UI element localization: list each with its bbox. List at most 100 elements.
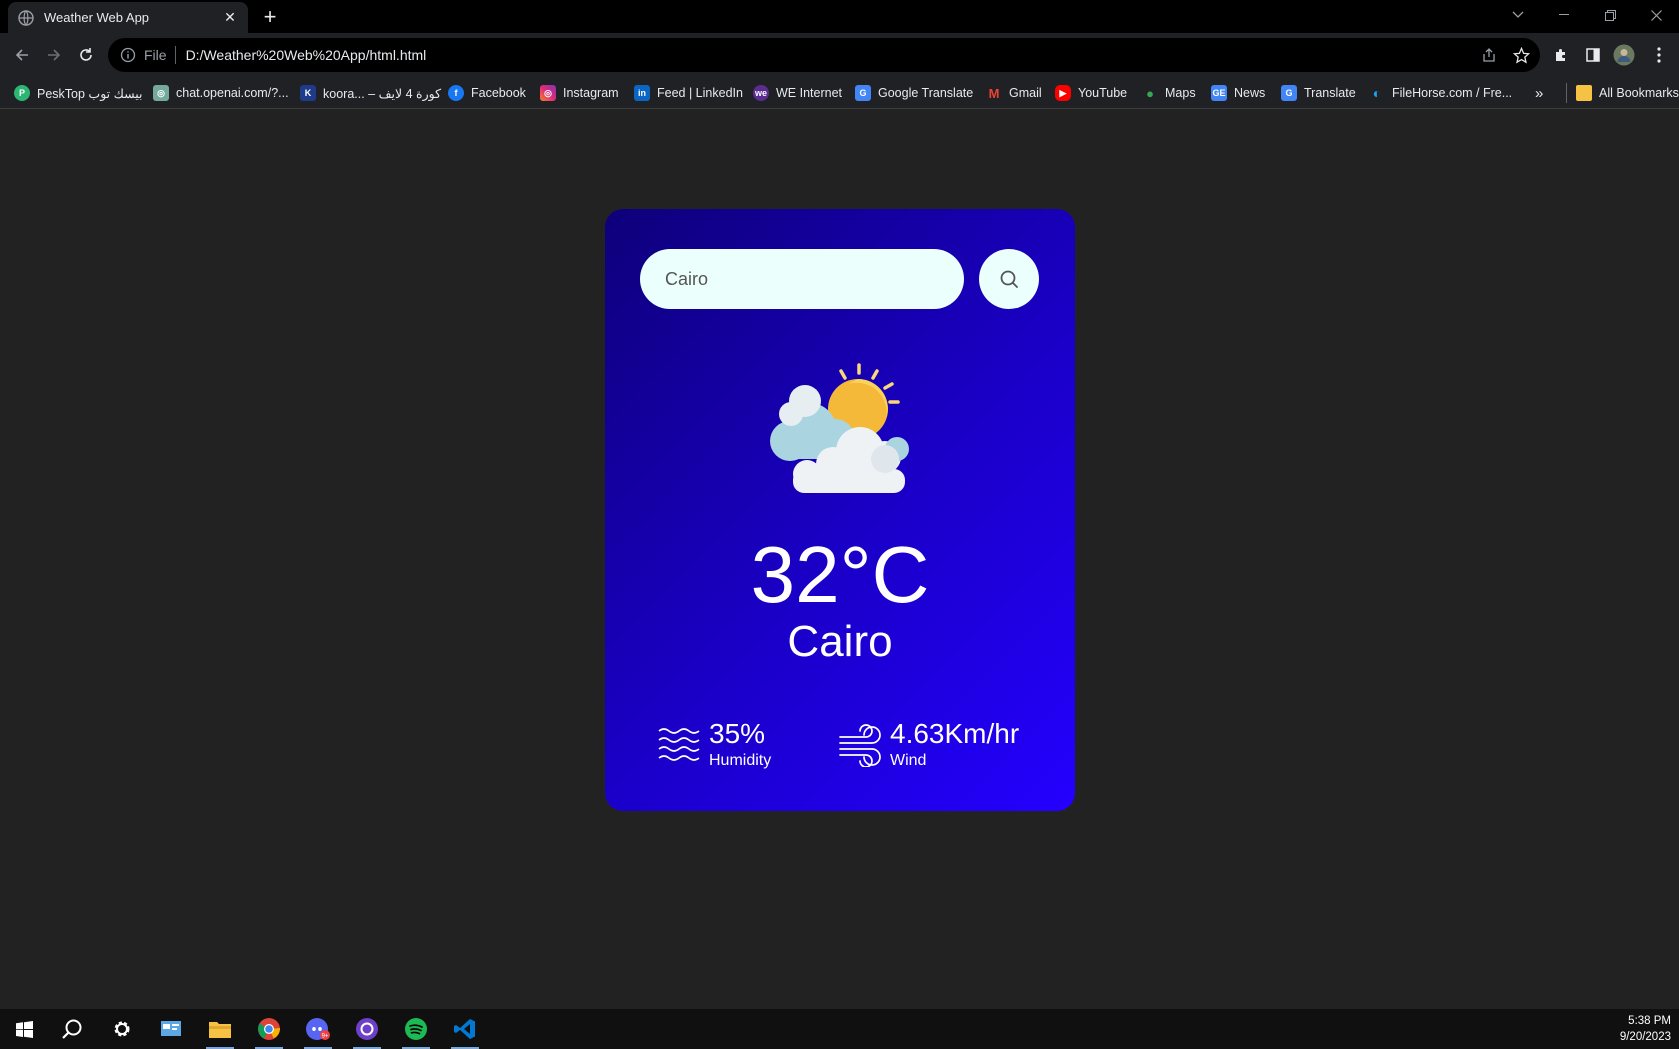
instagram-icon: ◎ bbox=[540, 85, 556, 101]
windows-taskbar: 9+ 5:38 PM 9/20/2023 bbox=[0, 1009, 1679, 1049]
url-text[interactable]: D:/Weather%20Web%20App/html.html bbox=[186, 47, 427, 63]
humidity-label: Humidity bbox=[709, 752, 772, 769]
bookmark-facebook[interactable]: f Facebook bbox=[448, 83, 526, 103]
browser-titlebar: Weather Web App ✕ + bbox=[0, 0, 1679, 33]
extensions-icon[interactable] bbox=[1550, 44, 1572, 66]
linkedin-icon: in bbox=[634, 85, 650, 101]
wind-detail: 4.63Km/hr Wind bbox=[838, 717, 1019, 771]
taskbar-control-panel[interactable] bbox=[155, 1014, 187, 1044]
chrome-icon bbox=[258, 1018, 281, 1040]
folder-icon bbox=[1576, 85, 1592, 101]
tab-close-icon[interactable]: ✕ bbox=[222, 9, 238, 26]
folder-icon bbox=[209, 1022, 231, 1038]
windows-start-button[interactable] bbox=[8, 1014, 40, 1044]
minimize-button[interactable] bbox=[1541, 0, 1587, 30]
forward-button[interactable] bbox=[40, 41, 68, 69]
tab-search-icon[interactable] bbox=[1495, 0, 1541, 30]
partly-cloudy-sun-icon bbox=[770, 363, 909, 493]
bookmark-instagram[interactable]: ◎ Instagram bbox=[540, 83, 619, 103]
url-scheme-label: File bbox=[144, 47, 167, 63]
more-bookmarks-button[interactable]: » bbox=[1535, 83, 1543, 103]
side-panel-icon[interactable] bbox=[1582, 44, 1604, 66]
search-icon bbox=[1000, 270, 1018, 288]
spotify-icon bbox=[405, 1018, 427, 1040]
browser-toolbar: File D:/Weather%20Web%20App/html.html bbox=[0, 33, 1679, 77]
new-tab-button[interactable]: + bbox=[258, 4, 282, 29]
bookmark-linkedin[interactable]: in Feed | LinkedIn bbox=[634, 83, 743, 103]
omnibox-divider bbox=[174, 46, 176, 64]
taskbar-spotify[interactable] bbox=[400, 1014, 432, 1049]
clock-date: 9/20/2023 bbox=[1619, 1031, 1671, 1043]
gear-icon bbox=[114, 1021, 130, 1037]
weather-card: 32°C Cairo 35% Humidity bbox=[605, 209, 1075, 811]
pesktop-icon: P bbox=[14, 85, 30, 101]
temperature-display: 32°C bbox=[750, 530, 930, 619]
maps-pin-icon: ● bbox=[1142, 85, 1158, 101]
profile-avatar[interactable] bbox=[1613, 44, 1635, 66]
reload-button[interactable] bbox=[72, 41, 100, 69]
close-window-button[interactable] bbox=[1633, 0, 1679, 30]
svg-text:9+: 9+ bbox=[322, 1034, 329, 1040]
page-content: 32°C Cairo 35% Humidity bbox=[0, 109, 1679, 1009]
bookmark-we-internet[interactable]: we WE Internet bbox=[753, 83, 842, 103]
koora-icon: K bbox=[300, 85, 316, 101]
bookmark-gmail[interactable]: M Gmail bbox=[986, 83, 1042, 103]
google-translate-icon: G bbox=[855, 85, 871, 101]
bookmark-pesktop[interactable]: P PeskTop بيسك توب bbox=[14, 83, 143, 103]
bookmark-translate[interactable]: G Translate bbox=[1281, 83, 1356, 103]
bookmark-star-icon[interactable] bbox=[1510, 44, 1532, 66]
reload-icon bbox=[80, 48, 92, 61]
taskbar-chrome[interactable] bbox=[253, 1014, 285, 1049]
translate-icon: G bbox=[1281, 85, 1297, 101]
bookmark-maps[interactable]: ● Maps bbox=[1142, 83, 1196, 103]
all-bookmarks-folder[interactable]: All Bookmarks bbox=[1566, 83, 1679, 103]
discord-icon: 9+ bbox=[306, 1018, 330, 1040]
gmail-icon: M bbox=[986, 85, 1002, 101]
system-clock[interactable]: 5:38 PM 9/20/2023 bbox=[1620, 1013, 1671, 1045]
taskbar-file-explorer[interactable] bbox=[204, 1014, 236, 1049]
wind-value: 4.63Km/hr bbox=[890, 718, 1020, 749]
browser-tab[interactable]: Weather Web App ✕ bbox=[8, 2, 248, 33]
github-icon bbox=[356, 1018, 378, 1040]
bookmark-chatgpt[interactable]: ◎ chat.openai.com/?... bbox=[153, 83, 289, 103]
taskbar-discord[interactable]: 9+ bbox=[302, 1014, 334, 1049]
windows-logo-icon bbox=[15, 1020, 33, 1038]
bookmarks-bar: P PeskTop بيسك توب ◎ chat.openai.com/?... … bbox=[0, 77, 1679, 109]
filehorse-icon: ◐ bbox=[1369, 85, 1385, 101]
wind-label: Wind bbox=[890, 752, 927, 769]
taskbar-search-button[interactable] bbox=[56, 1014, 88, 1044]
humidity-detail: 35% Humidity bbox=[657, 717, 771, 771]
youtube-icon: ▶ bbox=[1055, 85, 1071, 101]
arrow-right-icon bbox=[48, 49, 61, 61]
restore-button[interactable] bbox=[1587, 0, 1633, 30]
taskbar-github-desktop[interactable] bbox=[351, 1014, 383, 1049]
address-bar[interactable]: File D:/Weather%20Web%20App/html.html bbox=[108, 38, 1540, 72]
bookmark-youtube[interactable]: ▶ YouTube bbox=[1055, 83, 1127, 103]
we-icon: we bbox=[753, 85, 769, 101]
share-icon[interactable] bbox=[1478, 44, 1500, 66]
facebook-icon: f bbox=[448, 85, 464, 101]
control-panel-icon bbox=[161, 1021, 181, 1036]
arrow-left-icon bbox=[15, 49, 28, 61]
city-name: Cairo bbox=[787, 617, 893, 666]
clock-time: 5:38 PM bbox=[1628, 1015, 1671, 1027]
info-icon[interactable] bbox=[120, 47, 136, 63]
kebab-menu-icon[interactable] bbox=[1648, 44, 1670, 66]
tab-title: Weather Web App bbox=[44, 10, 150, 25]
bookmark-koora[interactable]: Kkoora... – كورة 4 لايف bbox=[300, 83, 441, 103]
wind-icon bbox=[839, 724, 881, 767]
news-icon: GE bbox=[1211, 85, 1227, 101]
search-button[interactable] bbox=[979, 249, 1039, 309]
chatgpt-icon: ◎ bbox=[153, 85, 169, 101]
taskbar-settings[interactable] bbox=[106, 1014, 138, 1044]
vscode-icon bbox=[454, 1019, 475, 1039]
bookmark-news[interactable]: GE News bbox=[1211, 83, 1265, 103]
taskbar-vscode[interactable] bbox=[449, 1014, 481, 1049]
bookmark-filehorse[interactable]: ◐ FileHorse.com / Fre... bbox=[1369, 83, 1512, 103]
humidity-waves-icon bbox=[658, 728, 700, 761]
humidity-value: 35% bbox=[709, 718, 766, 749]
city-search-input[interactable] bbox=[640, 249, 964, 309]
bookmark-google-translate[interactable]: G Google Translate bbox=[855, 83, 973, 103]
back-button[interactable] bbox=[8, 41, 36, 69]
globe-icon bbox=[18, 9, 34, 26]
